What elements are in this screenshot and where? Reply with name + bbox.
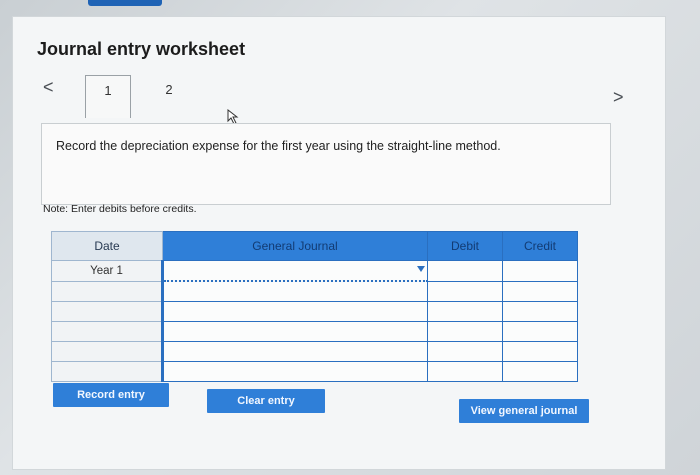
debit-input[interactable] — [427, 301, 503, 322]
account-select[interactable] — [161, 321, 428, 342]
credit-input[interactable] — [502, 341, 578, 362]
header-general-journal: General Journal — [162, 231, 428, 261]
credit-input[interactable] — [502, 321, 578, 342]
header-credit: Credit — [502, 231, 578, 261]
credit-input[interactable] — [502, 361, 578, 382]
clear-entry-button[interactable]: Clear entry — [207, 389, 325, 413]
tab-1[interactable]: 1 — [85, 75, 131, 118]
note-text: Note: Enter debits before credits. — [43, 203, 197, 215]
date-cell[interactable] — [51, 361, 163, 382]
journal-worksheet-panel: Journal entry worksheet < > 1 2 Record t… — [12, 16, 666, 470]
header-date: Date — [51, 231, 163, 261]
table-row — [51, 321, 578, 342]
instruction-text: Record the depreciation expense for the … — [56, 139, 501, 153]
table-row — [51, 280, 578, 302]
debit-input[interactable] — [427, 361, 503, 382]
record-entry-button[interactable]: Record entry — [53, 383, 169, 407]
chevron-right-icon[interactable]: > — [613, 87, 624, 108]
table-row — [51, 301, 578, 322]
debit-input[interactable] — [427, 341, 503, 362]
credit-input[interactable] — [502, 301, 578, 322]
date-cell[interactable] — [51, 301, 163, 322]
debit-input[interactable] — [427, 260, 503, 282]
date-cell[interactable]: Year 1 — [51, 260, 163, 282]
chevron-down-icon[interactable] — [417, 266, 425, 272]
date-cell[interactable] — [51, 280, 163, 302]
table-row — [51, 361, 578, 382]
credit-input[interactable] — [502, 280, 578, 302]
view-general-journal-button[interactable]: View general journal — [459, 399, 589, 423]
date-cell[interactable] — [51, 321, 163, 342]
account-select[interactable] — [161, 280, 428, 302]
header-debit: Debit — [427, 231, 503, 261]
table-row — [51, 341, 578, 362]
account-select[interactable] — [161, 260, 428, 282]
account-select[interactable] — [161, 341, 428, 362]
account-select[interactable] — [161, 361, 428, 382]
table-header-row: Date General Journal Debit Credit — [51, 231, 578, 261]
worksheet-tabs: 1 2 — [85, 75, 205, 121]
tab-2[interactable]: 2 — [147, 75, 191, 117]
instruction-box: Record the depreciation expense for the … — [41, 123, 611, 205]
credit-input[interactable] — [502, 260, 578, 282]
page-title: Journal entry worksheet — [37, 39, 246, 59]
table-row: Year 1 — [51, 260, 578, 282]
top-highlight-strip — [88, 0, 162, 6]
journal-entry-table: Date General Journal Debit Credit Year 1 — [51, 231, 578, 382]
chevron-left-icon[interactable]: < — [43, 77, 54, 98]
debit-input[interactable] — [427, 321, 503, 342]
date-cell[interactable] — [51, 341, 163, 362]
debit-input[interactable] — [427, 280, 503, 302]
account-select[interactable] — [161, 301, 428, 322]
